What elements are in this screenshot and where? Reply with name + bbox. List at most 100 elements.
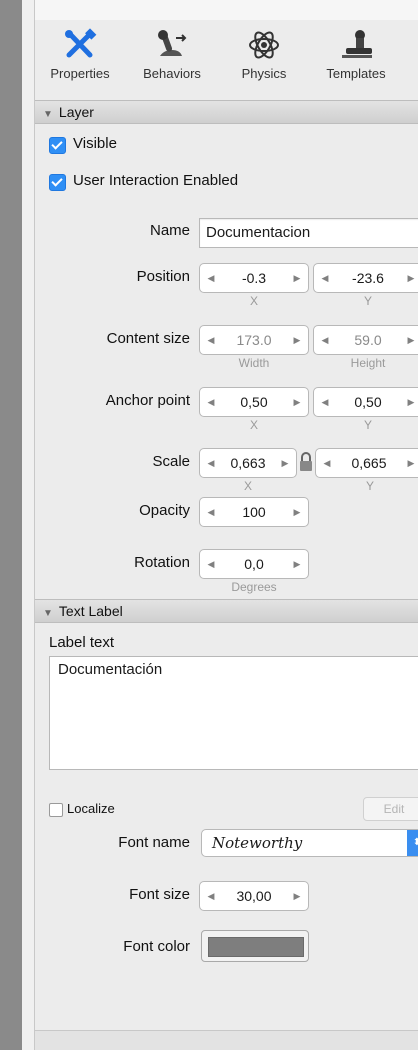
tab-physics[interactable]: Physics	[219, 20, 309, 81]
increment-arrow-icon[interactable]: ▶	[402, 326, 418, 354]
content-height-stepper[interactable]: ◀ 59.0 ▶	[313, 325, 418, 355]
name-label: Name	[149, 222, 190, 239]
font-name-label: Font name	[118, 834, 190, 851]
tools-icon	[65, 28, 97, 58]
rotation-value: 0,0	[244, 556, 264, 572]
opacity-label: Opacity	[139, 502, 190, 519]
anchor-y-caption: Y	[363, 418, 372, 432]
inspector-panel: Properties Behaviors Physics Templates ▼…	[35, 0, 418, 1050]
lock-icon[interactable]	[298, 451, 314, 473]
disclosure-triangle-icon: ▼	[43, 608, 53, 619]
opacity-value: 100	[242, 504, 266, 520]
decrement-arrow-icon[interactable]: ◀	[318, 449, 336, 477]
scale-x-value: 0,663	[230, 455, 266, 471]
window-edge	[0, 0, 22, 1050]
content-height-value: 59.0	[354, 332, 382, 348]
scale-x-caption: X	[243, 479, 252, 493]
anchor-point-label: Anchor point	[105, 392, 190, 409]
increment-arrow-icon[interactable]: ▶	[288, 264, 306, 292]
decrement-arrow-icon[interactable]: ◀	[202, 388, 220, 416]
scale-y-caption: Y	[365, 479, 374, 493]
stamp-icon	[342, 30, 372, 58]
localize-label: Localize	[67, 801, 115, 816]
content-width-caption: Width	[238, 356, 270, 370]
anchor-x-stepper[interactable]: ◀ 0,50 ▶	[199, 387, 309, 417]
increment-arrow-icon[interactable]: ▶	[288, 882, 306, 910]
font-size-stepper[interactable]: ◀ 30,00 ▶	[199, 881, 309, 911]
position-label: Position	[136, 268, 190, 285]
canvas-edge	[22, 0, 35, 1050]
decrement-arrow-icon[interactable]: ◀	[202, 326, 220, 354]
content-height-caption: Height	[350, 356, 386, 370]
tab-templates-label: Templates	[326, 66, 386, 81]
visible-checkbox[interactable]	[49, 137, 66, 154]
tab-properties[interactable]: Properties	[35, 20, 125, 81]
increment-arrow-icon[interactable]: ▶	[288, 550, 306, 578]
text-label-header-label: Text Label	[58, 603, 123, 619]
tab-physics-label: Physics	[241, 66, 287, 81]
font-size-value: 30,00	[236, 888, 272, 904]
popup-arrows-icon[interactable]: ⬍	[407, 830, 418, 856]
anchor-y-stepper[interactable]: ◀ 0,50 ▶	[313, 387, 418, 417]
disclosure-triangle-icon: ▼	[43, 109, 53, 120]
text-label-section-header[interactable]: ▼ Text Label	[35, 599, 418, 623]
increment-arrow-icon[interactable]: ▶	[288, 498, 306, 526]
decrement-arrow-icon[interactable]: ◀	[202, 264, 220, 292]
rotation-caption: Degrees	[231, 580, 277, 594]
panel-top	[35, 0, 418, 20]
position-y-stepper[interactable]: ◀ -23.6 ▶	[313, 263, 418, 293]
rotation-label: Rotation	[134, 554, 190, 571]
decrement-arrow-icon[interactable]: ◀	[202, 449, 220, 477]
anchor-x-caption: X	[249, 418, 258, 432]
decrement-arrow-icon[interactable]: ◀	[202, 882, 220, 910]
increment-arrow-icon[interactable]: ▶	[402, 449, 418, 477]
visible-label: Visible	[73, 135, 117, 152]
font-name-popup[interactable]: Noteworthy	[201, 829, 418, 857]
name-field[interactable]: Documentacion	[199, 218, 418, 248]
decrement-arrow-icon[interactable]: ◀	[316, 388, 334, 416]
scale-x-stepper[interactable]: ◀ 0,663 ▶	[199, 448, 297, 478]
tab-behaviors-label: Behaviors	[143, 66, 201, 81]
content-width-value: 173.0	[236, 332, 272, 348]
user-interaction-label: User Interaction Enabled	[73, 172, 239, 189]
position-x-value: -0.3	[241, 270, 267, 286]
position-y-caption: Y	[363, 294, 372, 308]
decrement-arrow-icon[interactable]: ◀	[316, 264, 334, 292]
tab-behaviors[interactable]: Behaviors	[127, 20, 217, 81]
tab-templates[interactable]: Templates	[311, 20, 401, 81]
font-color-well[interactable]	[201, 930, 309, 962]
edit-button[interactable]: Edit	[363, 797, 418, 821]
decrement-arrow-icon[interactable]: ◀	[202, 498, 220, 526]
font-size-label: Font size	[129, 886, 190, 903]
increment-arrow-icon[interactable]: ▶	[402, 388, 418, 416]
increment-arrow-icon[interactable]: ▶	[276, 449, 294, 477]
scale-y-value: 0,665	[351, 455, 387, 471]
anchor-x-value: 0,50	[240, 394, 268, 410]
layer-header-label: Layer	[58, 104, 94, 120]
decrement-arrow-icon[interactable]: ◀	[316, 326, 334, 354]
font-color-swatch	[208, 937, 304, 957]
decrement-arrow-icon[interactable]: ◀	[202, 550, 220, 578]
scale-label: Scale	[152, 453, 190, 470]
atom-icon	[249, 31, 279, 59]
increment-arrow-icon[interactable]: ▶	[288, 326, 306, 354]
position-x-stepper[interactable]: ◀ -0.3 ▶	[199, 263, 309, 293]
label-text-area[interactable]: Documentación	[49, 656, 418, 770]
font-color-label: Font color	[123, 938, 190, 955]
joystick-icon	[158, 30, 187, 56]
opacity-stepper[interactable]: ◀ 100 ▶	[199, 497, 309, 527]
user-interaction-checkbox[interactable]	[49, 174, 66, 191]
increment-arrow-icon[interactable]: ▶	[402, 264, 418, 292]
scale-y-stepper[interactable]: ◀ 0,665 ▶	[315, 448, 418, 478]
position-y-value: -23.6	[352, 270, 384, 286]
layer-section-header[interactable]: ▼ Layer	[35, 100, 418, 124]
label-text-caption: Label text	[49, 634, 115, 651]
panel-bottom-bar	[35, 1030, 418, 1050]
content-size-label: Content size	[106, 330, 190, 347]
increment-arrow-icon[interactable]: ▶	[288, 388, 306, 416]
content-width-stepper[interactable]: ◀ 173.0 ▶	[199, 325, 309, 355]
rotation-stepper[interactable]: ◀ 0,0 ▶	[199, 549, 309, 579]
inspector-toolbar: Properties Behaviors Physics Templates	[35, 20, 418, 96]
tab-properties-label: Properties	[50, 66, 110, 81]
localize-checkbox[interactable]	[49, 803, 63, 817]
